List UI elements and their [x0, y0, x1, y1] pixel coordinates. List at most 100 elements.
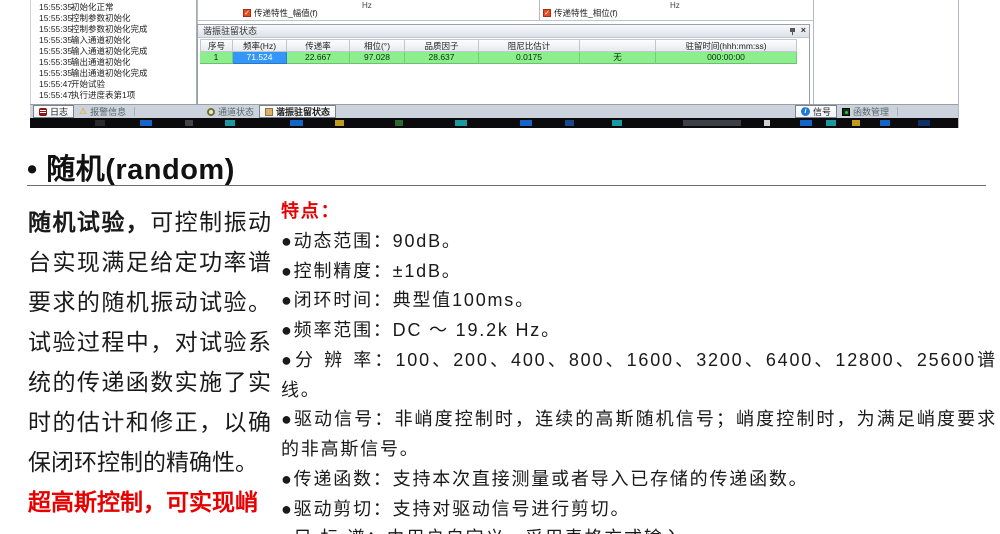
features-title: 特点：	[281, 197, 997, 227]
tab-label: 报警信息	[90, 105, 126, 118]
feature-item: ●驱动剪切：支持对驱动信号进行剪切。	[281, 495, 997, 525]
feature-item: ●闭环时间：典型值100ms。	[281, 286, 997, 316]
chart-divider	[539, 0, 540, 20]
log-entry[interactable]: 15:55:35控制参数初始化完成	[31, 24, 196, 35]
log-message: 执行进度表第1项	[71, 90, 196, 101]
pin-icon[interactable]	[789, 27, 796, 35]
cell-dwell-time[interactable]: 000:00:00	[656, 52, 797, 64]
taskbar-icon-fragment	[335, 120, 344, 126]
taskbar-icon-fragment	[95, 120, 105, 126]
log-message: 输出通道初始化完成	[71, 68, 196, 79]
log-time: 15:55:35	[31, 13, 71, 24]
tab-resonance-dwell-status[interactable]: 谐振驻留状态	[259, 105, 336, 118]
tab-label: 日志	[50, 105, 68, 118]
taskbar-icon-fragment	[520, 120, 532, 126]
log-entry[interactable]: 15:55:47开始试验	[31, 79, 196, 90]
close-icon[interactable]: ×	[801, 26, 806, 35]
log-entry[interactable]: 15:55:35初始化正常	[31, 2, 196, 13]
intro-body-text: 可控制振动台实现满足给定功率谱要求的随机振动试验。试验过程中，对试验系统的传递函…	[28, 209, 271, 475]
taskbar-sliver	[30, 118, 958, 128]
taskbar-icon-fragment	[852, 120, 860, 126]
legend-label: 传递特性_幅值(f)	[254, 7, 318, 19]
cell-q-factor[interactable]: 28.637	[405, 52, 479, 64]
log-entry[interactable]: 15:55:35输出通道初始化	[31, 57, 196, 68]
panel-divider-right[interactable]	[813, 0, 814, 105]
taskbar-icon-fragment	[880, 120, 890, 126]
log-panel: 15:55:35初始化正常 15:55:35控制参数初始化 15:55:35控制…	[30, 0, 197, 105]
log-entry[interactable]: 15:55:35控制参数初始化	[31, 13, 196, 24]
log-message: 控制参数初始化	[71, 13, 196, 24]
taskbar-icon-fragment	[290, 120, 303, 126]
column-header[interactable]: 序号	[200, 39, 233, 52]
legend-magnitude[interactable]: ✓ 传递特性_幅值(f)	[243, 8, 318, 18]
log-time: 15:55:35	[31, 57, 71, 68]
taskbar-icon-fragment	[140, 120, 152, 126]
dwell-status-icon	[265, 108, 273, 116]
column-header[interactable]: 阻尼比估计	[479, 39, 580, 52]
x-axis-unit-phase: Hz	[670, 1, 680, 10]
column-header[interactable]: 品质因子	[405, 39, 479, 52]
feature-item: ●目 标 谱：由用户自定义，采用表格方式输入	[281, 524, 997, 534]
info-icon: i	[801, 107, 810, 116]
log-entry[interactable]: 15:55:47执行进度表第1项	[31, 90, 196, 101]
tab-log[interactable]: 日志	[33, 105, 74, 118]
log-time: 15:55:47	[31, 90, 71, 101]
features-list: 特点： ●动态范围：90dB。 ●控制精度：±1dB。 ●闭环时间：典型值100…	[281, 197, 997, 534]
taskbar-icon-fragment	[565, 120, 574, 126]
column-header[interactable]: 驻留时间(hhh:mm:ss)	[656, 39, 797, 52]
column-header[interactable]	[580, 39, 656, 52]
feature-item: ●控制精度：±1dB。	[281, 257, 997, 287]
cell-phase[interactable]: 97.028	[350, 52, 405, 64]
log-message: 输入通道初始化完成	[71, 46, 196, 57]
software-screenshot-strip: 15:55:35初始化正常 15:55:35控制参数初始化 15:55:35控制…	[0, 0, 1000, 128]
section-heading: • 随机(random)	[27, 146, 235, 188]
cell-damping-ratio[interactable]: 0.0175	[479, 52, 580, 64]
cell-extra[interactable]: 无	[580, 52, 656, 64]
dock-tabstrip: 日志 ⚠ 报警信息 通道状态 谐振驻留状态	[30, 105, 958, 118]
tab-signal[interactable]: i 信号	[795, 105, 837, 118]
tab-label: 谐振驻留状态	[276, 105, 330, 118]
resonance-dwell-panel: 谐振驻留状态 × 序号 频率(Hz) 传递率 相位(°) 品质因子 阻尼比估计 …	[197, 24, 810, 105]
log-entry[interactable]: 15:55:35输出通道初始化完成	[31, 68, 196, 79]
log-message: 开始试验	[71, 79, 196, 90]
intro-paragraph: 随机试验，可控制振动台实现满足给定功率谱要求的随机振动试验。试验过程中，对试验系…	[28, 202, 271, 522]
log-time: 15:55:35	[31, 35, 71, 46]
checkbox-icon[interactable]: ✓	[543, 9, 551, 17]
chart-bottom-border	[197, 20, 813, 21]
x-axis-unit-magnitude: Hz	[362, 1, 372, 10]
tab-label: 信号	[813, 105, 831, 118]
tab-channel-status[interactable]: 通道状态	[202, 105, 259, 118]
feature-item: ●分 辨 率：100、200、400、800、1600、3200、6400、12…	[281, 346, 997, 406]
cell-frequency-selected[interactable]: 71.524	[233, 52, 287, 64]
panel-titlebar[interactable]: 谐振驻留状态 ×	[198, 25, 809, 38]
log-message: 初始化正常	[71, 2, 196, 13]
checkbox-icon[interactable]: ✓	[243, 9, 251, 17]
log-time: 15:55:35	[31, 68, 71, 79]
feature-item: ●驱动信号：非峭度控制时，连续的高斯随机信号；峭度控制时，为满足峭度要求的非高斯…	[281, 405, 997, 465]
column-header[interactable]: 相位(°)	[350, 39, 405, 52]
log-time: 15:55:35	[31, 2, 71, 13]
column-header[interactable]: 频率(Hz)	[233, 39, 287, 52]
cell-transmissibility[interactable]: 22.667	[287, 52, 350, 64]
log-entry[interactable]: 15:55:35输入通道初始化	[31, 35, 196, 46]
column-header[interactable]: 传递率	[287, 39, 350, 52]
tab-function-management[interactable]: 函数管理	[837, 105, 894, 118]
intro-lead-text: 随机试验，	[28, 209, 150, 235]
tab-label: 函数管理	[853, 105, 889, 118]
taskbar-icon-fragment	[455, 120, 467, 126]
log-entry[interactable]: 15:55:35输入通道初始化完成	[31, 46, 196, 57]
heading-underline	[27, 185, 986, 186]
cell-index[interactable]: 1	[200, 52, 233, 64]
window-right-border	[958, 0, 959, 128]
taskbar-icon-fragment	[395, 120, 403, 126]
log-icon	[39, 108, 47, 116]
legend-phase[interactable]: ✓ 传递特性_相位(f)	[543, 8, 618, 18]
taskbar-icon-fragment	[764, 120, 770, 126]
taskbar-icon-fragment	[826, 120, 836, 126]
log-message: 控制参数初始化完成	[71, 24, 196, 35]
table-header-row: 序号 频率(Hz) 传递率 相位(°) 品质因子 阻尼比估计 驻留时间(hhh:…	[200, 39, 809, 52]
tab-alarm-info[interactable]: ⚠ 报警信息	[74, 105, 131, 118]
feature-item: ●传递函数：支持本次直接测量或者导入已存储的传递函数。	[281, 465, 997, 495]
panel-divider-left	[197, 0, 198, 24]
table-row[interactable]: 1 71.524 22.667 97.028 28.637 0.0175 无 0…	[200, 52, 809, 64]
